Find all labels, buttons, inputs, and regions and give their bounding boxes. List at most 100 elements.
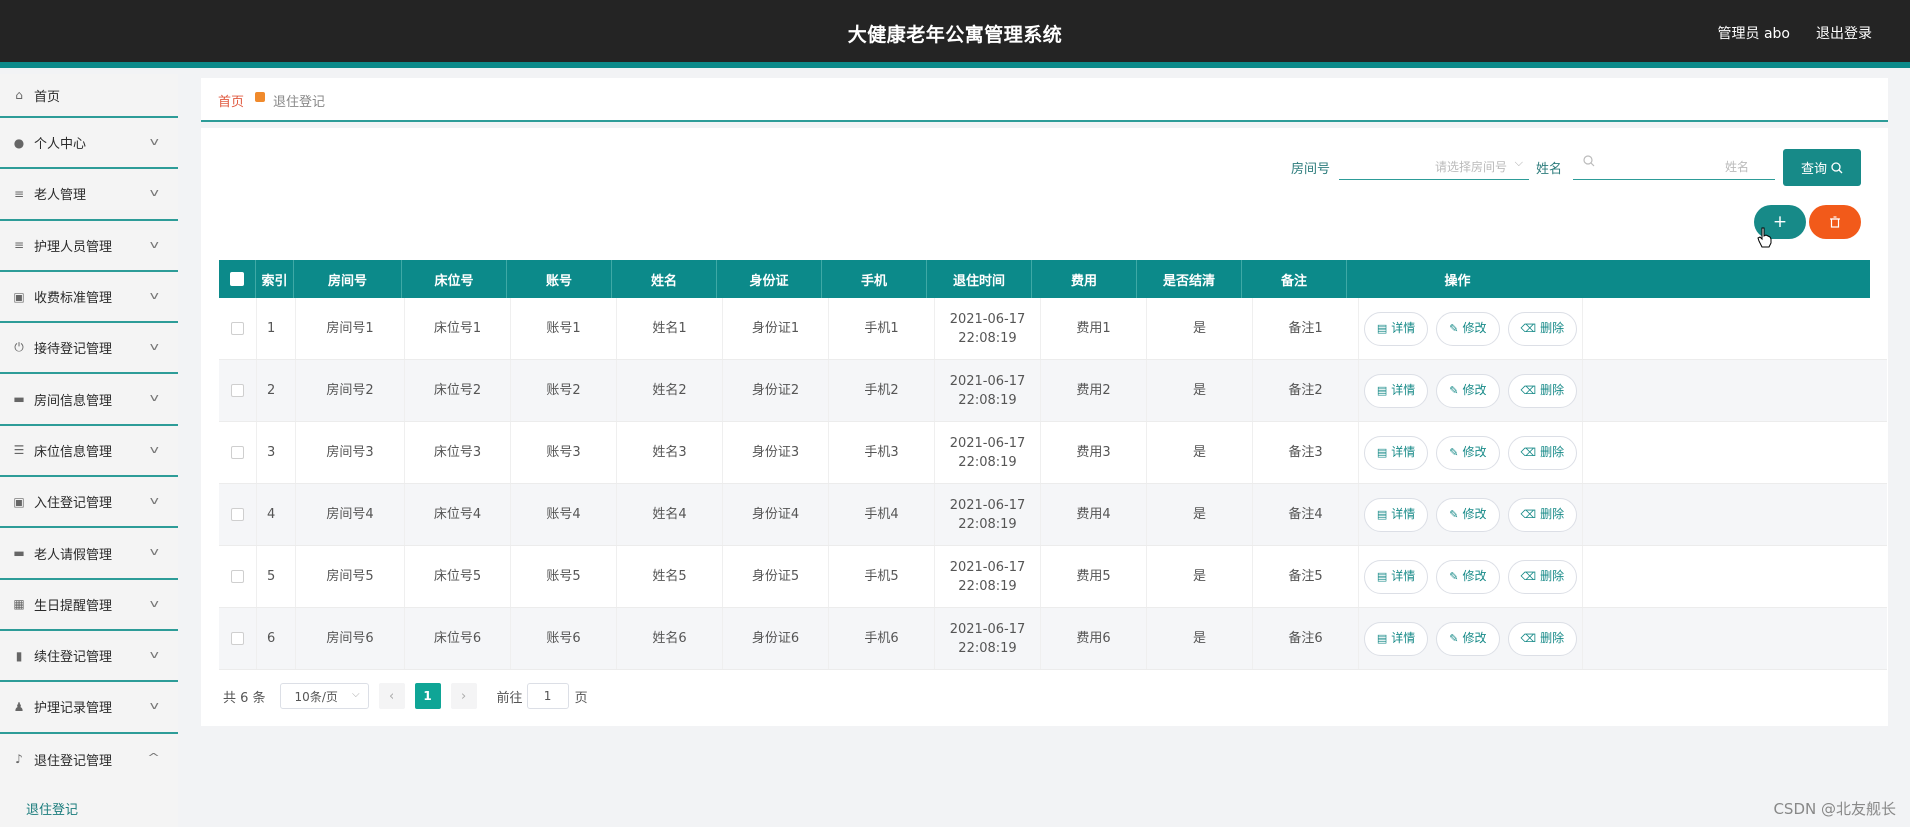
- delete-button[interactable]: ⌫ 删除: [1507, 435, 1578, 470]
- sidebar-item-0[interactable]: ⌂ 首页: [0, 74, 178, 118]
- sidebar-item-6[interactable]: ▬ 房间信息管理 v: [0, 374, 178, 426]
- cell-time: 2021-06-17 22:08:19: [935, 298, 1041, 359]
- chevron-down-icon: v: [150, 237, 160, 251]
- sidebar-item-label: 入住登记管理: [34, 496, 113, 512]
- edit-button-label: 修改: [1462, 507, 1487, 521]
- trash-icon: ⌫: [1520, 632, 1537, 645]
- cell-id: 身份证5: [723, 546, 829, 607]
- edit-button[interactable]: ✎ 修改: [1436, 497, 1500, 532]
- table-row: 1 房间号1 床位号1 账号1 姓名1 身份证1 手机1 2021-06-17 22:08:1…: [219, 298, 1887, 360]
- room-select[interactable]: 请选择房间号 ⌵: [1339, 150, 1529, 180]
- detail-button[interactable]: ▤ 详情: [1363, 497, 1429, 532]
- chevron-right-icon: ›: [460, 688, 467, 704]
- sidebar-item-10[interactable]: ▦ 生日提醒管理 v: [0, 580, 178, 631]
- edit-button[interactable]: ✎ 修改: [1436, 311, 1500, 346]
- column-header: 索引: [256, 260, 294, 298]
- breadcrumb-home[interactable]: 首页: [218, 91, 244, 110]
- delete-button[interactable]: ⌫ 删除: [1507, 621, 1578, 656]
- sidebar-subitem-checkout[interactable]: 退住登记: [0, 785, 178, 827]
- column-header: 是否结清: [1137, 260, 1242, 298]
- sidebar-item-9[interactable]: ▬ 老人请假管理 v: [0, 528, 178, 580]
- delete-button-label: 删除: [1540, 507, 1565, 521]
- delete-button-label: 删除: [1540, 321, 1565, 335]
- delete-button[interactable]: ⌫ 删除: [1507, 311, 1578, 346]
- document-icon: ▤: [1376, 446, 1388, 459]
- prev-page-button[interactable]: ‹: [378, 683, 405, 709]
- sidebar-item-label: 房间信息管理: [34, 393, 113, 409]
- column-header: 账号: [507, 260, 612, 298]
- sidebar-item-4[interactable]: ▣ 收费标准管理 v: [0, 272, 178, 324]
- goto-page-input[interactable]: 1: [526, 683, 569, 709]
- cell-actions: ▤ 详情 ✎ 修改 ⌫ 删除: [1359, 546, 1583, 607]
- delete-button-label: 删除: [1540, 631, 1565, 645]
- row-checkbox[interactable]: [231, 446, 244, 459]
- edit-button[interactable]: ✎ 修改: [1436, 373, 1500, 408]
- cell-actions: ▤ 详情 ✎ 修改 ⌫ 删除: [1359, 298, 1583, 359]
- delete-button[interactable]: ⌫ 删除: [1507, 373, 1578, 408]
- sidebar-item-13[interactable]: ♪ 退住登记管理 ^: [0, 734, 178, 785]
- detail-button[interactable]: ▤ 详情: [1363, 621, 1429, 656]
- column-header: 费用: [1032, 260, 1137, 298]
- cell-room: 房间号6: [296, 608, 405, 669]
- cell-name: 姓名4: [617, 484, 723, 545]
- sidebar-item-7[interactable]: ☰ 床位信息管理 v: [0, 426, 178, 478]
- detail-button[interactable]: ▤ 详情: [1363, 373, 1429, 408]
- row-checkbox-cell: [219, 608, 257, 669]
- edit-button[interactable]: ✎ 修改: [1436, 559, 1500, 594]
- next-page-button[interactable]: ›: [450, 683, 477, 709]
- home-icon: ⌂: [15, 88, 23, 102]
- cell-note: 备注3: [1253, 422, 1359, 483]
- cell-id: 身份证1: [723, 298, 829, 359]
- page-number-1[interactable]: 1: [414, 683, 441, 709]
- total-count: 共 6 条: [223, 690, 266, 706]
- row-checkbox-cell: [219, 360, 257, 421]
- sidebar-item-12[interactable]: ♟ 护理记录管理 v: [0, 682, 178, 734]
- name-placeholder: 姓名: [1724, 160, 1749, 174]
- cell-actions: ▤ 详情 ✎ 修改 ⌫ 删除: [1359, 360, 1583, 421]
- table-row: 4 房间号4 床位号4 账号4 姓名4 身份证4 手机4 2021-06-17 22:08:1…: [219, 484, 1887, 546]
- detail-button[interactable]: ▤ 详情: [1363, 311, 1429, 346]
- trash-icon: ⌫: [1520, 570, 1537, 583]
- delete-button[interactable]: ⌫ 删除: [1507, 559, 1578, 594]
- cell-settled: 是: [1147, 608, 1253, 669]
- select-all-checkbox[interactable]: [230, 272, 244, 286]
- name-label: 姓名: [1536, 162, 1563, 177]
- row-checkbox[interactable]: [231, 322, 244, 335]
- row-checkbox[interactable]: [231, 384, 244, 397]
- sidebar-item-5[interactable]: ⏻ 接待登记管理 v: [0, 323, 178, 375]
- sidebar-item-3[interactable]: ≡ 护理人员管理 v: [0, 221, 178, 272]
- sidebar-item-11[interactable]: ▮ 续住登记管理 v: [0, 631, 178, 683]
- chevron-down-icon: ⌵: [351, 689, 360, 700]
- name-input[interactable]: 姓名: [1573, 150, 1775, 180]
- cell-bed: 床位号4: [405, 484, 511, 545]
- cell-idx: 3: [257, 422, 296, 483]
- detail-button[interactable]: ▤ 详情: [1363, 435, 1429, 470]
- delete-button[interactable]: ⌫ 删除: [1507, 497, 1578, 532]
- edit-button[interactable]: ✎ 修改: [1436, 435, 1500, 470]
- batch-delete-button[interactable]: [1809, 205, 1861, 239]
- cell-id: 身份证2: [723, 360, 829, 421]
- column-header: 备注: [1242, 260, 1347, 298]
- row-checkbox[interactable]: [231, 508, 244, 521]
- cell-name: 姓名1: [617, 298, 723, 359]
- page-size-select[interactable]: 10条/页 ⌵: [279, 683, 369, 709]
- cell-idx: 2: [257, 360, 296, 421]
- edit-button[interactable]: ✎ 修改: [1436, 621, 1500, 656]
- row-checkbox[interactable]: [231, 632, 244, 645]
- row-checkbox[interactable]: [231, 570, 244, 583]
- sidebar-item-label: 床位信息管理: [34, 444, 113, 460]
- cell-idx: 1: [257, 298, 296, 359]
- sidebar-item-2[interactable]: ≡ 老人管理 v: [0, 169, 178, 221]
- logout-link[interactable]: 退出登录: [1816, 23, 1872, 43]
- sidebar-item-1[interactable]: ● 个人中心 v: [0, 118, 178, 170]
- table-row: 3 房间号3 床位号3 账号3 姓名3 身份证3 手机3 2021-06-17 22:08:1…: [219, 422, 1887, 484]
- cell-note: 备注5: [1253, 546, 1359, 607]
- query-button[interactable]: 查询: [1783, 149, 1861, 186]
- sidebar-item-8[interactable]: ▣ 入住登记管理 v: [0, 477, 178, 529]
- cell-bed: 床位号6: [405, 608, 511, 669]
- cell-phone: 手机6: [829, 608, 935, 669]
- detail-button[interactable]: ▤ 详情: [1363, 559, 1429, 594]
- breadcrumb-separator-icon: [255, 92, 265, 102]
- bed-icon: ▬: [13, 546, 25, 561]
- plus-icon: +: [1772, 212, 1788, 232]
